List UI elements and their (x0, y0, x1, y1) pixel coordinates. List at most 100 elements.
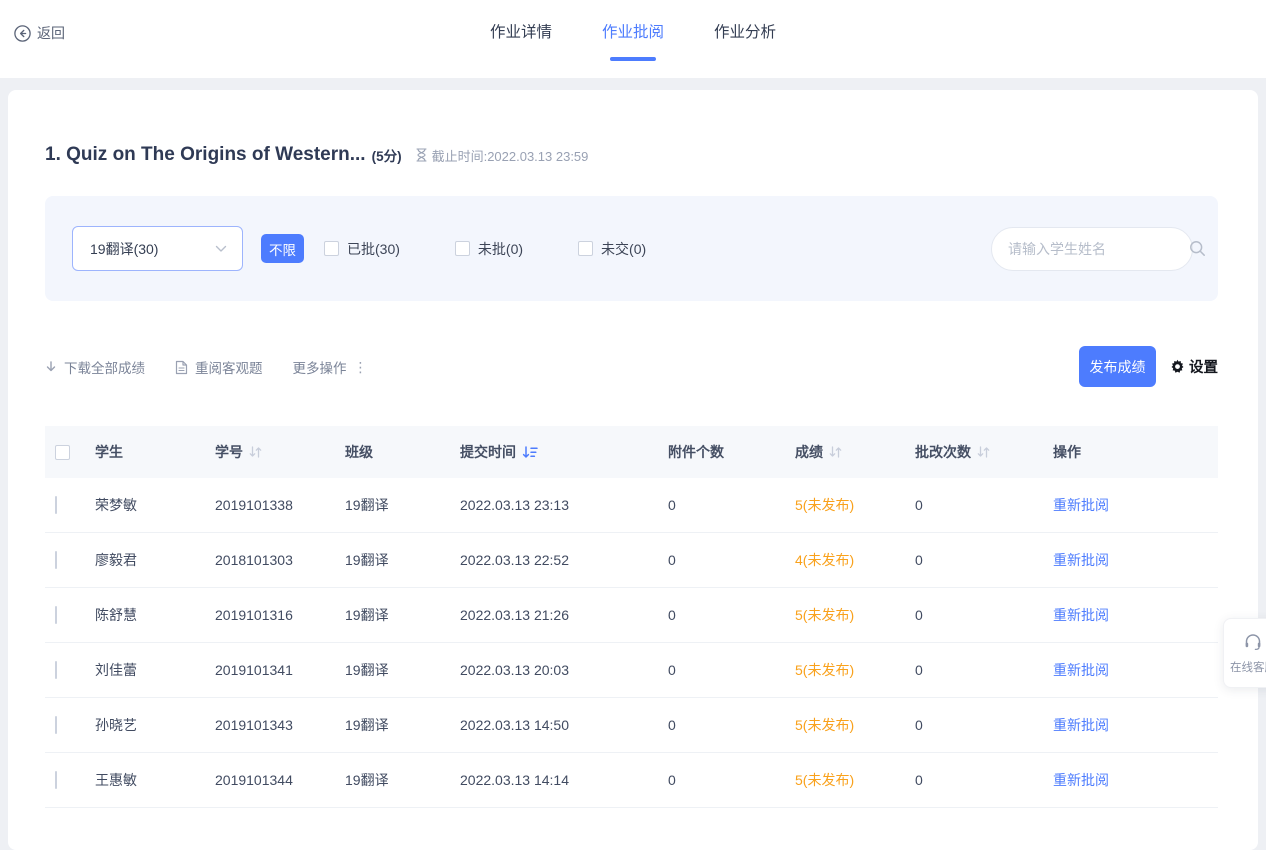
table-row: 荣梦敏 2019101338 19翻译 2022.03.13 23:13 0 5… (45, 478, 1218, 533)
review-count: 0 (915, 772, 1053, 788)
student-name: 廖毅君 (95, 550, 215, 570)
review-count: 0 (915, 497, 1053, 513)
row-checkbox[interactable] (55, 661, 57, 679)
student-search-input[interactable] (1008, 241, 1189, 257)
review-count: 0 (915, 552, 1053, 568)
chevron-down-icon (215, 245, 227, 253)
re-review-link[interactable]: 重新批阅 (1053, 717, 1109, 733)
more-actions-button[interactable]: 更多操作 ⋮ (293, 357, 367, 377)
student-name: 荣梦敏 (95, 495, 215, 515)
student-id: 2019101338 (215, 497, 345, 513)
re-review-link[interactable]: 重新批阅 (1053, 662, 1109, 678)
student-id: 2019101344 (215, 772, 345, 788)
student-class: 19翻译 (345, 660, 460, 680)
filter-checkbox-unreviewed[interactable]: 未批(0) (455, 239, 523, 259)
re-review-link[interactable]: 重新批阅 (1053, 772, 1109, 788)
online-customer-service-widget[interactable]: 在线客服 (1223, 618, 1266, 688)
student-name: 王惠敏 (95, 770, 215, 790)
student-id: 2019101316 (215, 607, 345, 623)
deadline-label: 截止时间:2022.03.13 23:59 (432, 146, 589, 165)
attachment-count: 0 (668, 662, 795, 678)
student-class: 19翻译 (345, 770, 460, 790)
table-row: 孙晓艺 2019101343 19翻译 2022.03.13 14:50 0 5… (45, 698, 1218, 753)
table-header-row: 学生 学号 班级 提交时间 (45, 426, 1218, 478)
score-cell: 5(未发布) (795, 715, 915, 735)
column-header-attachments: 附件个数 (668, 442, 795, 462)
column-header-actions: 操作 (1053, 442, 1218, 462)
checkbox-icon (578, 241, 593, 256)
student-id: 2018101303 (215, 552, 345, 568)
toolbar-row: 下载全部成绩 重阅客观题 更多操作 ⋮ 发布成绩 (45, 346, 1218, 388)
re-review-link[interactable]: 重新批阅 (1053, 497, 1109, 513)
table-row: 廖毅君 2018101303 19翻译 2022.03.13 22:52 0 4… (45, 533, 1218, 588)
score-cell: 5(未发布) (795, 605, 915, 625)
filter-checkbox-unsubmitted[interactable]: 未交(0) (578, 239, 646, 259)
table-row: 陈舒慧 2019101316 19翻译 2022.03.13 21:26 0 5… (45, 588, 1218, 643)
sort-icon-inactive (249, 446, 262, 458)
tab-assignment-analysis[interactable]: 作业分析 (714, 22, 776, 61)
student-id: 2019101341 (215, 662, 345, 678)
score-cell: 5(未发布) (795, 770, 915, 790)
document-icon (175, 360, 188, 375)
tab-assignment-review[interactable]: 作业批阅 (602, 22, 664, 61)
back-button[interactable]: 返回 (14, 23, 65, 43)
active-tab-underline (610, 57, 656, 61)
row-checkbox[interactable] (55, 771, 57, 789)
row-checkbox[interactable] (55, 716, 57, 734)
back-label: 返回 (37, 23, 65, 43)
score-cell: 5(未发布) (795, 495, 915, 515)
top-header: 返回 作业详情 作业批阅 作业分析 (0, 0, 1266, 78)
publish-scores-button[interactable]: 发布成绩 (1079, 346, 1156, 387)
main-content-card: 1. Quiz on The Origins of Western... (5分… (8, 90, 1258, 850)
select-all-checkbox[interactable] (55, 445, 70, 460)
submit-time: 2022.03.13 21:26 (460, 607, 668, 623)
student-search-box (991, 227, 1193, 271)
tab-bar: 作业详情 作业批阅 作业分析 (490, 22, 776, 61)
hourglass-icon (416, 148, 427, 162)
filter-checkbox-reviewed[interactable]: 已批(30) (324, 239, 400, 259)
assignment-title: 1. Quiz on The Origins of Western... (45, 144, 366, 166)
column-header-class: 班级 (345, 442, 460, 462)
column-header-submit-time[interactable]: 提交时间 (460, 442, 668, 462)
column-header-score[interactable]: 成绩 (795, 442, 915, 462)
filter-all-button[interactable]: 不限 (261, 234, 304, 263)
attachment-count: 0 (668, 552, 795, 568)
column-header-review-count[interactable]: 批改次数 (915, 442, 1053, 462)
class-select-dropdown[interactable]: 19翻译(30) (72, 226, 243, 271)
review-count: 0 (915, 717, 1053, 733)
student-class: 19翻译 (345, 605, 460, 625)
re-review-link[interactable]: 重新批阅 (1053, 552, 1109, 568)
re-review-link[interactable]: 重新批阅 (1053, 607, 1109, 623)
row-checkbox[interactable] (55, 551, 57, 569)
table-row: 王惠敏 2019101344 19翻译 2022.03.13 14:14 0 5… (45, 753, 1218, 808)
row-checkbox[interactable] (55, 606, 57, 624)
review-objective-questions-button[interactable]: 重阅客观题 (175, 357, 263, 377)
student-class: 19翻译 (345, 495, 460, 515)
score-cell: 5(未发布) (795, 660, 915, 680)
settings-button[interactable]: 设置 (1170, 356, 1218, 377)
student-class: 19翻译 (345, 715, 460, 735)
tab-assignment-details[interactable]: 作业详情 (490, 22, 552, 61)
download-icon (45, 361, 57, 374)
student-name: 孙晓艺 (95, 715, 215, 735)
vertical-dots-icon: ⋮ (354, 359, 367, 376)
student-class: 19翻译 (345, 550, 460, 570)
row-checkbox[interactable] (55, 496, 57, 514)
attachment-count: 0 (668, 607, 795, 623)
search-icon[interactable] (1189, 240, 1206, 257)
attachment-count: 0 (668, 497, 795, 513)
checkbox-icon (455, 241, 470, 256)
sort-icon-inactive (977, 446, 990, 458)
submit-time: 2022.03.13 22:52 (460, 552, 668, 568)
student-id: 2019101343 (215, 717, 345, 733)
sort-icon-active-desc (522, 446, 538, 459)
checkbox-icon (324, 241, 339, 256)
student-name: 陈舒慧 (95, 605, 215, 625)
download-all-scores-button[interactable]: 下载全部成绩 (45, 357, 145, 377)
column-header-student: 学生 (95, 442, 215, 462)
attachment-count: 0 (668, 717, 795, 733)
assignment-title-row: 1. Quiz on The Origins of Western... (5分… (45, 144, 1218, 166)
column-header-student-id[interactable]: 学号 (215, 442, 345, 462)
submit-time: 2022.03.13 20:03 (460, 662, 668, 678)
submit-time: 2022.03.13 14:50 (460, 717, 668, 733)
